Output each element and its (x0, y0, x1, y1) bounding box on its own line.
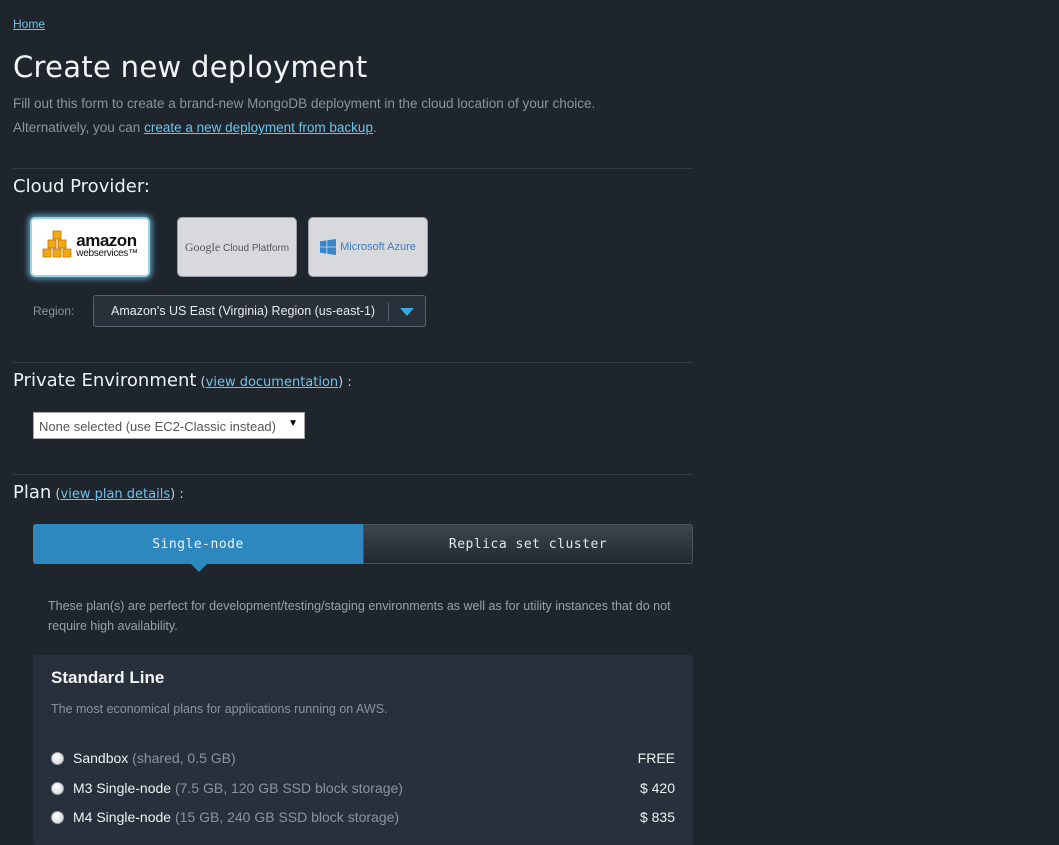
page-title: Create new deployment (13, 50, 368, 84)
windows-icon (320, 239, 337, 255)
plan-detail: (15 GB, 240 GB SSD block storage) (174, 809, 400, 825)
google-cloud-platform-text: Cloud Platform (222, 242, 290, 254)
select-arrow-icon: ▼ (288, 418, 298, 429)
radio-button[interactable] (51, 752, 64, 765)
private-environment-label: Private Environment (13, 370, 197, 391)
provider-google-button[interactable]: Google Cloud Platform (177, 217, 297, 277)
breadcrumb-home-link[interactable]: Home (13, 17, 45, 31)
view-plan-details-link[interactable]: view plan details (61, 487, 171, 502)
plan-name: M4 Single-node (73, 809, 172, 825)
provider-azure-button[interactable]: Microsoft Azure (308, 217, 428, 277)
standard-line-panel: Standard Line The most economical plans … (33, 655, 693, 845)
google-logo-text: Google (184, 239, 221, 254)
provider-aws-button[interactable]: amazon webservices™ (30, 217, 150, 277)
plan-option-m3[interactable]: M3 Single-node (7.5 GB, 120 GB SSD block… (51, 780, 675, 802)
intro-prefix: Alternatively, you can (13, 120, 145, 135)
private-environment-select[interactable]: None selected (use EC2-Classic instead) … (33, 412, 305, 439)
tab-single-node[interactable]: Single-node (33, 524, 363, 564)
aws-boxes-icon (42, 230, 72, 258)
region-selected-value: Amazon's US East (Virginia) Region (us-e… (111, 304, 376, 318)
provider-selector: amazon webservices™ Google Cloud Platfor… (30, 215, 430, 279)
active-tab-pointer (191, 564, 207, 572)
intro-line-1: Fill out this form to create a brand-new… (13, 96, 596, 111)
plan-title: Plan (view plan details) : (13, 482, 184, 503)
divider (13, 474, 693, 475)
paren-close: ) : (338, 375, 352, 390)
paren-open: ( (196, 375, 206, 390)
create-from-backup-link[interactable]: create a new deployment from backup (144, 120, 373, 135)
google-cloud-logo: Google Cloud Platform (185, 240, 289, 255)
azure-logo-text: Microsoft Azure (340, 241, 416, 253)
paren-open: ( (51, 487, 61, 502)
standard-line-title: Standard Line (51, 668, 165, 687)
plan-option-m4[interactable]: M4 Single-node (15 GB, 240 GB SSD block … (51, 809, 675, 831)
intro-line-2: Alternatively, you can create a new depl… (13, 116, 595, 140)
standard-line-subtitle: The most economical plans for applicatio… (51, 702, 388, 716)
view-documentation-link[interactable]: view documentation (206, 375, 339, 390)
plan-name: M3 Single-node (73, 780, 172, 796)
plan-price: $ 420 (639, 780, 675, 796)
cloud-provider-title: Cloud Provider: (13, 176, 150, 197)
aws-logo-webservices: webservices (76, 248, 129, 259)
azure-logo: Microsoft Azure (320, 239, 416, 255)
intro-text: Fill out this form to create a brand-new… (13, 92, 595, 140)
plan-detail: (shared, 0.5 GB) (132, 750, 236, 766)
private-environment-title: Private Environment (view documentation)… (13, 370, 352, 391)
intro-suffix: . (372, 120, 377, 135)
divider (13, 168, 693, 169)
plan-detail: (7.5 GB, 120 GB SSD block storage) (174, 780, 403, 796)
plan-option-sandbox[interactable]: Sandbox (shared, 0.5 GB) FREE (51, 750, 675, 772)
paren-close: ) : (170, 487, 184, 502)
dropdown-separator (388, 303, 389, 321)
radio-button[interactable] (51, 782, 64, 795)
plan-name: Sandbox (73, 750, 129, 766)
plan-price: $ 835 (639, 809, 675, 825)
private-environment-value: None selected (use EC2-Classic instead) (39, 419, 276, 434)
chevron-down-icon (400, 308, 414, 316)
radio-button[interactable] (51, 811, 64, 824)
plan-label: Plan (13, 482, 52, 503)
divider (13, 362, 693, 363)
aws-logo: amazon webservices™ (42, 230, 138, 264)
plan-tabs: Single-node Replica set cluster (33, 524, 693, 572)
region-label: Region: (33, 304, 75, 318)
aws-logo-tm: ™ (128, 248, 138, 259)
plan-price: FREE (637, 750, 675, 766)
tab-replica-set-cluster[interactable]: Replica set cluster (363, 524, 693, 564)
aws-logo-amazon: amazon (76, 231, 137, 250)
region-dropdown[interactable]: Amazon's US East (Virginia) Region (us-e… (93, 295, 426, 327)
plan-description: These plan(s) are perfect for developmen… (48, 599, 671, 633)
